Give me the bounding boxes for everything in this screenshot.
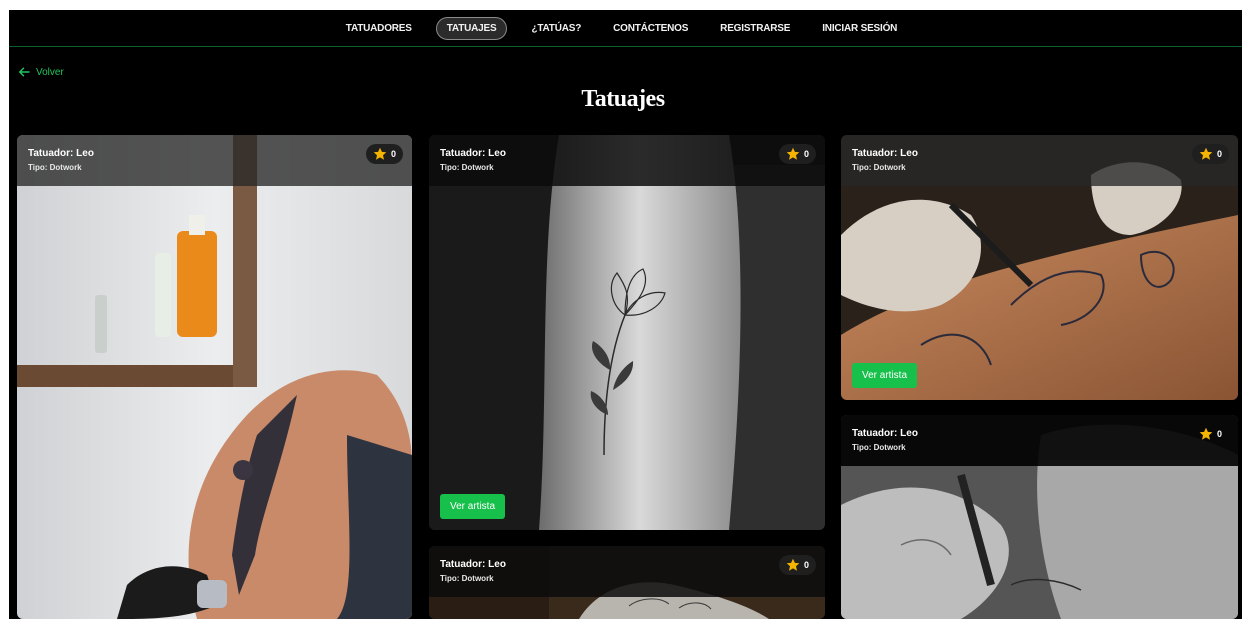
star-icon [786,147,800,160]
rating-badge: 0 [778,144,816,164]
card-header: Tatuador: Leo Tipo: Dotwork [841,135,1238,186]
nav-item-contactenos[interactable]: CONTÁCTENOS [605,17,696,40]
rating-value: 0 [1216,149,1222,159]
back-link[interactable]: Volver [18,66,64,78]
nav-menu: TATUADORES TATUAJES ¿TATÚAS? CONTÁCTENOS… [330,16,913,40]
rating-value: 0 [803,560,809,570]
tattoo-card[interactable]: Tatuador: Leo Tipo: Dotwork 0 [841,415,1238,619]
page-title: Tatuajes [581,86,665,112]
tattoo-photo [17,135,412,619]
tattooist-name: Tatuador: Leo [28,148,94,159]
card-header: Tatuador: Leo Tipo: Dotwork [429,135,825,186]
card-header: Tatuador: Leo Tipo: Dotwork [429,546,825,597]
star-icon [1199,147,1213,160]
rating-badge: 0 [778,555,816,575]
star-icon [1199,427,1213,440]
nav-item-registrarse[interactable]: REGISTRARSE [712,17,798,40]
tattooist-name: Tatuador: Leo [852,148,918,159]
tattoo-type: Tipo: Dotwork [440,163,494,172]
star-icon [786,558,800,571]
tattoo-type: Tipo: Dotwork [852,163,906,172]
view-artist-button[interactable]: Ver artista [440,494,506,519]
tattoo-card[interactable]: Tatuador: Leo Tipo: Dotwork 0 [429,546,825,619]
tattoo-type: Tipo: Dotwork [852,443,906,452]
rating-badge: 0 [365,144,403,164]
tattoo-card[interactable]: Tatuador: Leo Tipo: Dotwork 0 Ver artist… [429,135,825,530]
view-artist-button[interactable]: Ver artista [852,363,918,388]
top-navbar: TATUADORES TATUAJES ¿TATÚAS? CONTÁCTENOS… [9,10,1242,47]
nav-item-iniciar-sesion[interactable]: INICIAR SESIÓN [814,17,905,40]
star-icon [373,147,387,160]
tattooist-name: Tatuador: Leo [852,428,918,439]
rating-value: 0 [1216,429,1222,439]
tattoo-card[interactable]: Tatuador: Leo Tipo: Dotwork 0 Ver artist… [841,135,1238,400]
rating-value: 0 [803,149,809,159]
window-frame-top [0,0,1246,10]
nav-item-tatuadores[interactable]: TATUADORES [338,17,420,40]
rating-value: 0 [390,149,396,159]
tattoo-card[interactable]: Tatuador: Leo Tipo: Dotwork 0 [17,135,412,619]
card-header: Tatuador: Leo Tipo: Dotwork [17,135,412,186]
tattooist-name: Tatuador: Leo [440,559,506,570]
nav-item-tatuas[interactable]: ¿TATÚAS? [523,17,589,40]
tattoo-type: Tipo: Dotwork [440,574,494,583]
tattoo-type: Tipo: Dotwork [28,163,82,172]
back-link-label: Volver [36,66,64,78]
nav-item-tatuajes[interactable]: TATUAJES [435,16,508,40]
tattooist-name: Tatuador: Leo [440,148,506,159]
card-header: Tatuador: Leo Tipo: Dotwork [841,415,1238,466]
rating-badge: 0 [1191,144,1229,164]
tattoo-photo [429,135,825,530]
arrow-left-icon [19,67,30,77]
rating-badge: 0 [1192,424,1229,444]
